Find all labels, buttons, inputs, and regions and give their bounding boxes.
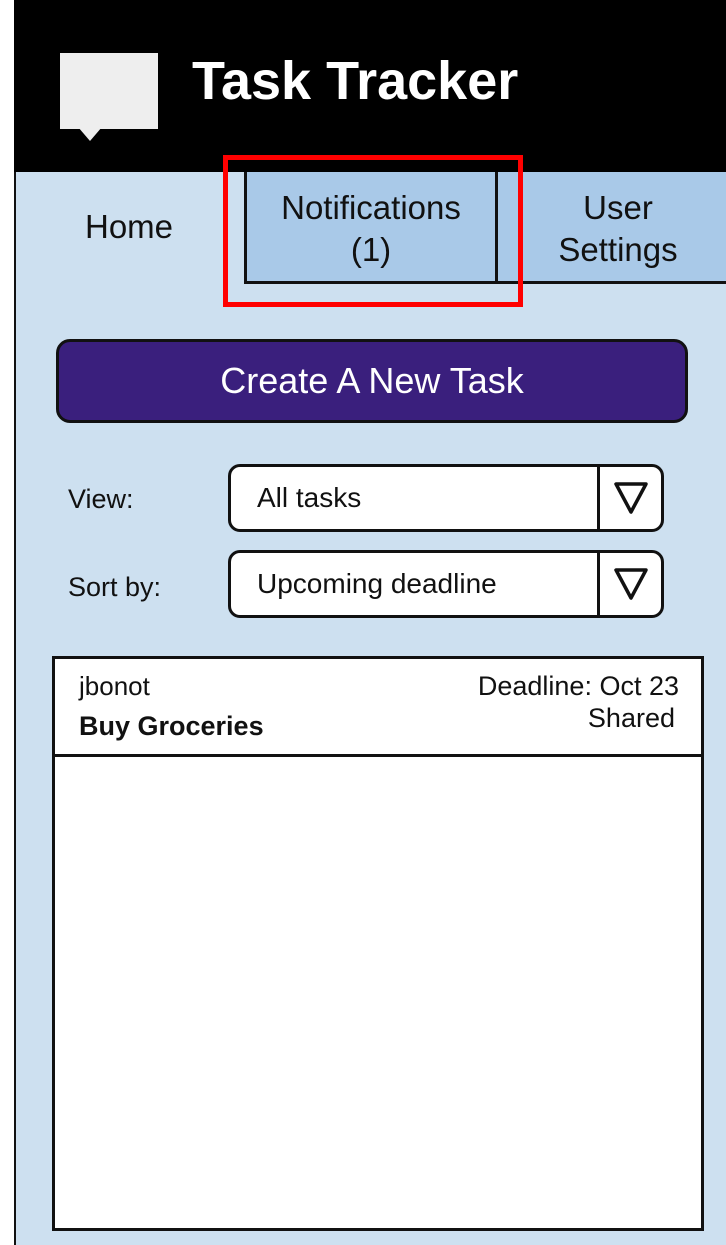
tab-home[interactable]: Home [16,172,242,282]
main-panel: Home Notifications (1) User Settings Cre… [14,172,726,1245]
task-list: jbonot Buy Groceries Deadline: Oct 23 Sh… [52,656,704,1231]
sort-select[interactable]: Upcoming deadline [228,550,664,618]
app-title: Task Tracker [192,51,519,111]
tab-notifications-label: Notifications [281,189,461,226]
triangle-down-icon [614,482,648,514]
triangle-down-icon [614,568,648,600]
tab-settings-label-line1: User [583,189,653,226]
chat-bubble-icon [60,53,158,141]
tab-home-label: Home [84,208,174,245]
sort-select-value: Upcoming deadline [257,568,497,599]
view-select[interactable]: All tasks [228,464,664,532]
sort-label: Sort by: [68,572,162,602]
tab-settings-label-line2: Settings [558,231,678,269]
view-label: View: [68,484,134,514]
app-header: Task Tracker [14,0,726,172]
task-title: Buy Groceries [79,711,264,741]
task-owner: jbonot [79,671,150,701]
task-item[interactable]: jbonot Buy Groceries Deadline: Oct 23 Sh… [55,659,701,757]
tab-notifications[interactable]: Notifications (1) [244,172,498,284]
app-window: Task Tracker Home Notifications (1) User… [0,0,726,1245]
create-task-button[interactable]: Create A New Task [56,339,688,423]
notification-count: (1) [350,231,392,269]
tab-user-settings[interactable]: User Settings [498,172,726,284]
task-deadline: Deadline: Oct 23 [477,671,679,701]
task-shared-status: Shared [587,703,675,733]
view-dropdown-button[interactable] [597,467,661,529]
chat-bubble-tail [78,127,102,141]
sort-dropdown-button[interactable] [597,553,661,615]
view-select-value: All tasks [257,482,362,513]
